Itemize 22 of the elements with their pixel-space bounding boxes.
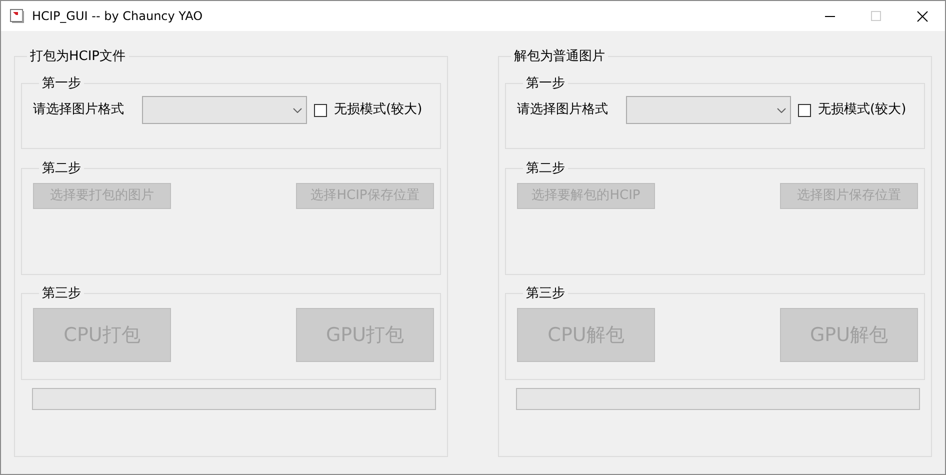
step-title: 第三步 xyxy=(41,285,82,302)
format-dropdown[interactable] xyxy=(142,96,307,124)
step-title: 第三步 xyxy=(525,285,566,302)
step-title: 第一步 xyxy=(41,75,82,92)
checkbox[interactable] xyxy=(798,104,811,116)
lossless-mode-label: 无损模式(较大) xyxy=(818,101,906,120)
window-title: HCIP_GUI -- by Chauncy YAO xyxy=(32,8,203,25)
group-title: 解包为普通图片 xyxy=(513,48,606,65)
group-title: 打包为HCIP文件 xyxy=(29,48,127,65)
step-title: 第二步 xyxy=(525,160,566,177)
chevron-down-icon xyxy=(293,108,302,112)
chevron-down-icon xyxy=(777,108,786,112)
checkbox[interactable] xyxy=(314,104,327,116)
step-title: 第二步 xyxy=(41,160,82,177)
close-icon xyxy=(916,10,928,22)
step-title: 第一步 xyxy=(525,75,566,92)
format-label: 请选择图片格式 xyxy=(517,101,609,120)
format-label: 请选择图片格式 xyxy=(33,101,125,120)
lossless-mode-label: 无损模式(较大) xyxy=(334,101,422,120)
app-icon xyxy=(10,9,24,23)
maximize-icon xyxy=(871,11,881,21)
format-dropdown[interactable] xyxy=(626,96,791,124)
